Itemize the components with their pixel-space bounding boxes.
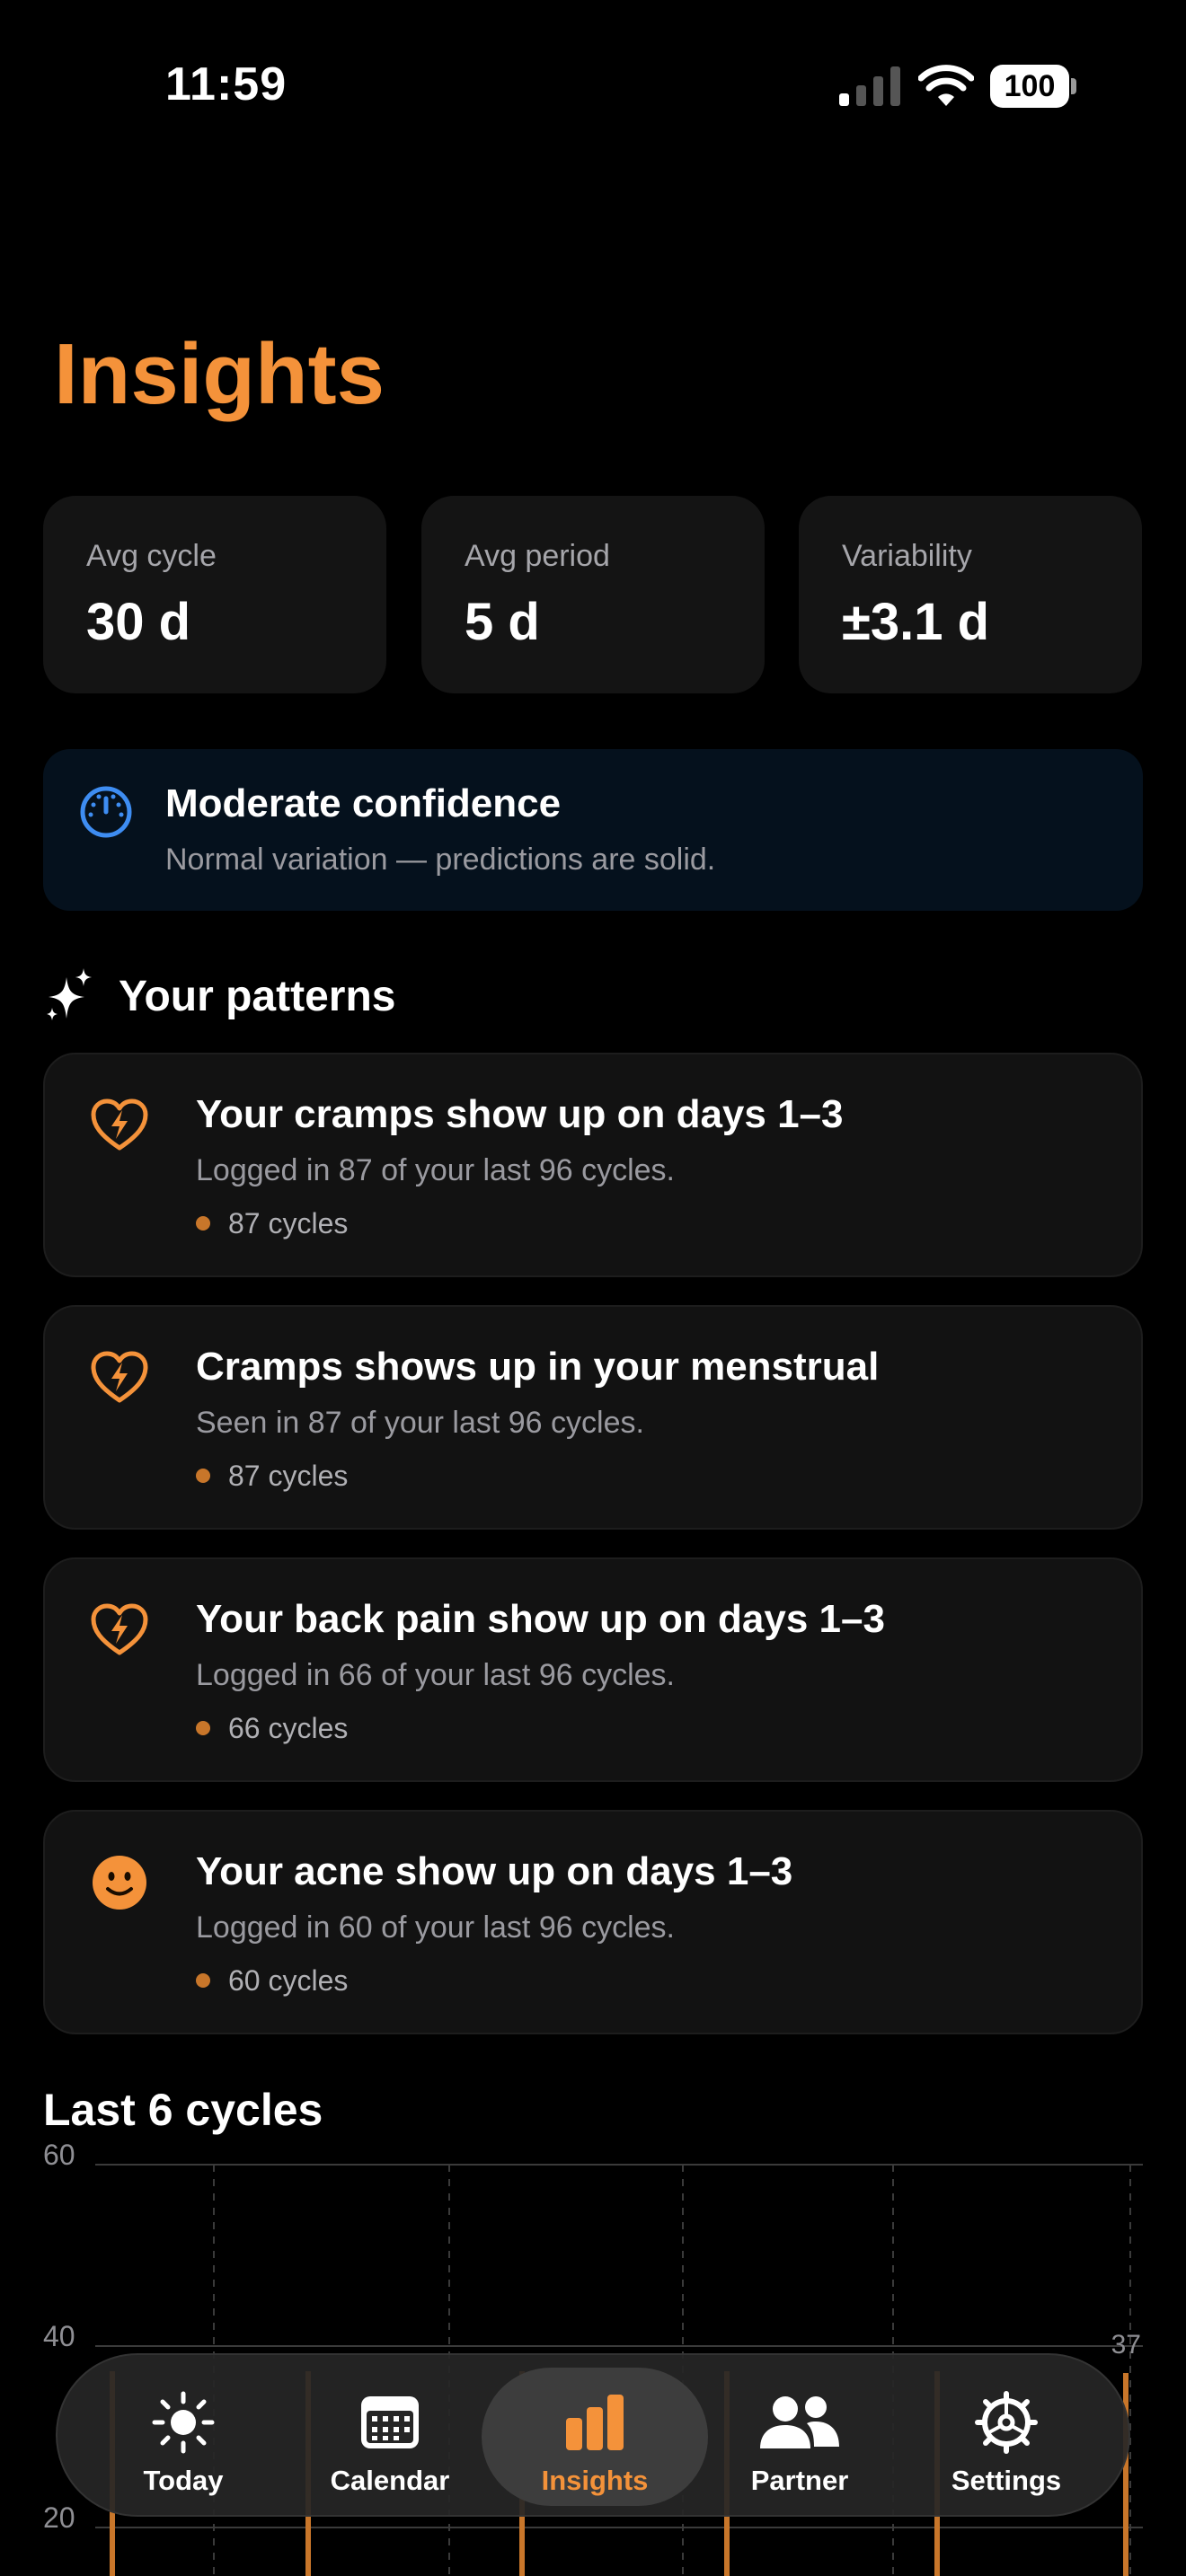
tab-bar: Today Calendar Insights Partner Settings — [56, 2353, 1130, 2517]
battery-level: 100 — [990, 65, 1069, 108]
tab-label: Insights — [541, 2465, 649, 2496]
pattern-count-badge: 87 cycles — [196, 1460, 348, 1493]
tab-label: Settings — [951, 2465, 1062, 2496]
pattern-count: 66 cycles — [228, 1712, 349, 1744]
stat-value: 30 d — [86, 593, 191, 651]
confidence-title: Moderate confidence — [165, 781, 562, 825]
stat-card-variability: Variability ±3.1 d — [799, 496, 1142, 693]
stat-label: Avg cycle — [86, 539, 217, 573]
y-tick-label: 20 — [43, 2501, 75, 2534]
smiley-face-icon — [93, 1856, 146, 1910]
bar-value-label: 37 — [1111, 2330, 1141, 2360]
stat-card-avg-period: Avg period 5 d — [421, 496, 765, 693]
bar-chart-icon — [566, 2395, 624, 2450]
tab-label: Calendar — [330, 2465, 450, 2496]
status-time: 11:59 — [165, 58, 288, 110]
stat-value: ±3.1 d — [842, 593, 990, 651]
heart-bolt-icon — [91, 1098, 148, 1151]
pattern-subtitle: Logged in 87 of your last 96 cycles. — [196, 1153, 675, 1187]
patterns-title: Your patterns — [119, 973, 396, 1020]
stat-label: Avg period — [465, 539, 610, 573]
tab-today[interactable]: Today — [70, 2368, 296, 2506]
tab-label: Partner — [750, 2465, 849, 2496]
tab-partner[interactable]: Partner — [686, 2368, 913, 2506]
battery-icon: 100 — [990, 65, 1076, 108]
pattern-count: 87 cycles — [228, 1207, 349, 1239]
pattern-count: 87 cycles — [228, 1460, 349, 1492]
pattern-title: Your back pain show up on days 1–3 — [196, 1597, 885, 1641]
pattern-subtitle: Seen in 87 of your last 96 cycles. — [196, 1406, 644, 1440]
pattern-count-badge: 66 cycles — [196, 1712, 348, 1745]
tab-settings[interactable]: Settings — [893, 2368, 1120, 2506]
pattern-title: Your acne show up on days 1–3 — [196, 1849, 793, 1893]
gauge-icon — [80, 786, 132, 838]
pattern-subtitle: Logged in 66 of your last 96 cycles. — [196, 1658, 675, 1692]
pattern-subtitle: Logged in 60 of your last 96 cycles. — [196, 1910, 675, 1945]
y-tick-label: 60 — [43, 2139, 75, 2171]
tab-insights[interactable]: Insights — [482, 2368, 708, 2506]
people-icon — [760, 2396, 839, 2448]
pattern-count-badge: 60 cycles — [196, 1964, 348, 1998]
pattern-title: Cramps shows up in your menstrual — [196, 1345, 880, 1389]
stat-label: Variability — [842, 539, 972, 573]
calendar-icon — [361, 2396, 419, 2448]
pattern-card[interactable]: Cramps shows up in your menstrual Seen i… — [43, 1305, 1143, 1530]
wifi-icon — [918, 65, 974, 106]
cellular-signal-icon — [839, 66, 900, 106]
stat-value: 5 d — [465, 593, 540, 651]
tab-label: Today — [143, 2465, 224, 2496]
pattern-card[interactable]: Your cramps show up on days 1–3 Logged i… — [43, 1053, 1143, 1277]
stat-card-avg-cycle: Avg cycle 30 d — [43, 496, 386, 693]
pattern-card[interactable]: Your back pain show up on days 1–3 Logge… — [43, 1557, 1143, 1782]
gear-icon — [975, 2391, 1038, 2454]
pattern-count-badge: 87 cycles — [196, 1207, 348, 1240]
heart-bolt-icon — [91, 1351, 148, 1403]
pattern-card[interactable]: Your acne show up on days 1–3 Logged in … — [43, 1810, 1143, 2034]
pattern-count: 60 cycles — [228, 1964, 349, 1997]
tab-calendar[interactable]: Calendar — [277, 2368, 503, 2506]
chart-title: Last 6 cycles — [43, 2085, 323, 2135]
y-tick-label: 40 — [43, 2320, 75, 2352]
sparkles-icon — [47, 968, 92, 1020]
confidence-banner[interactable]: Moderate confidence Normal variation — p… — [43, 749, 1143, 911]
confidence-subtitle: Normal variation — predictions are solid… — [165, 842, 716, 877]
status-bar: 11:59 100 — [0, 0, 1186, 171]
pattern-title: Your cramps show up on days 1–3 — [196, 1092, 844, 1136]
page-title: Insights — [54, 326, 385, 422]
heart-bolt-icon — [91, 1603, 148, 1655]
sun-icon — [152, 2391, 215, 2454]
